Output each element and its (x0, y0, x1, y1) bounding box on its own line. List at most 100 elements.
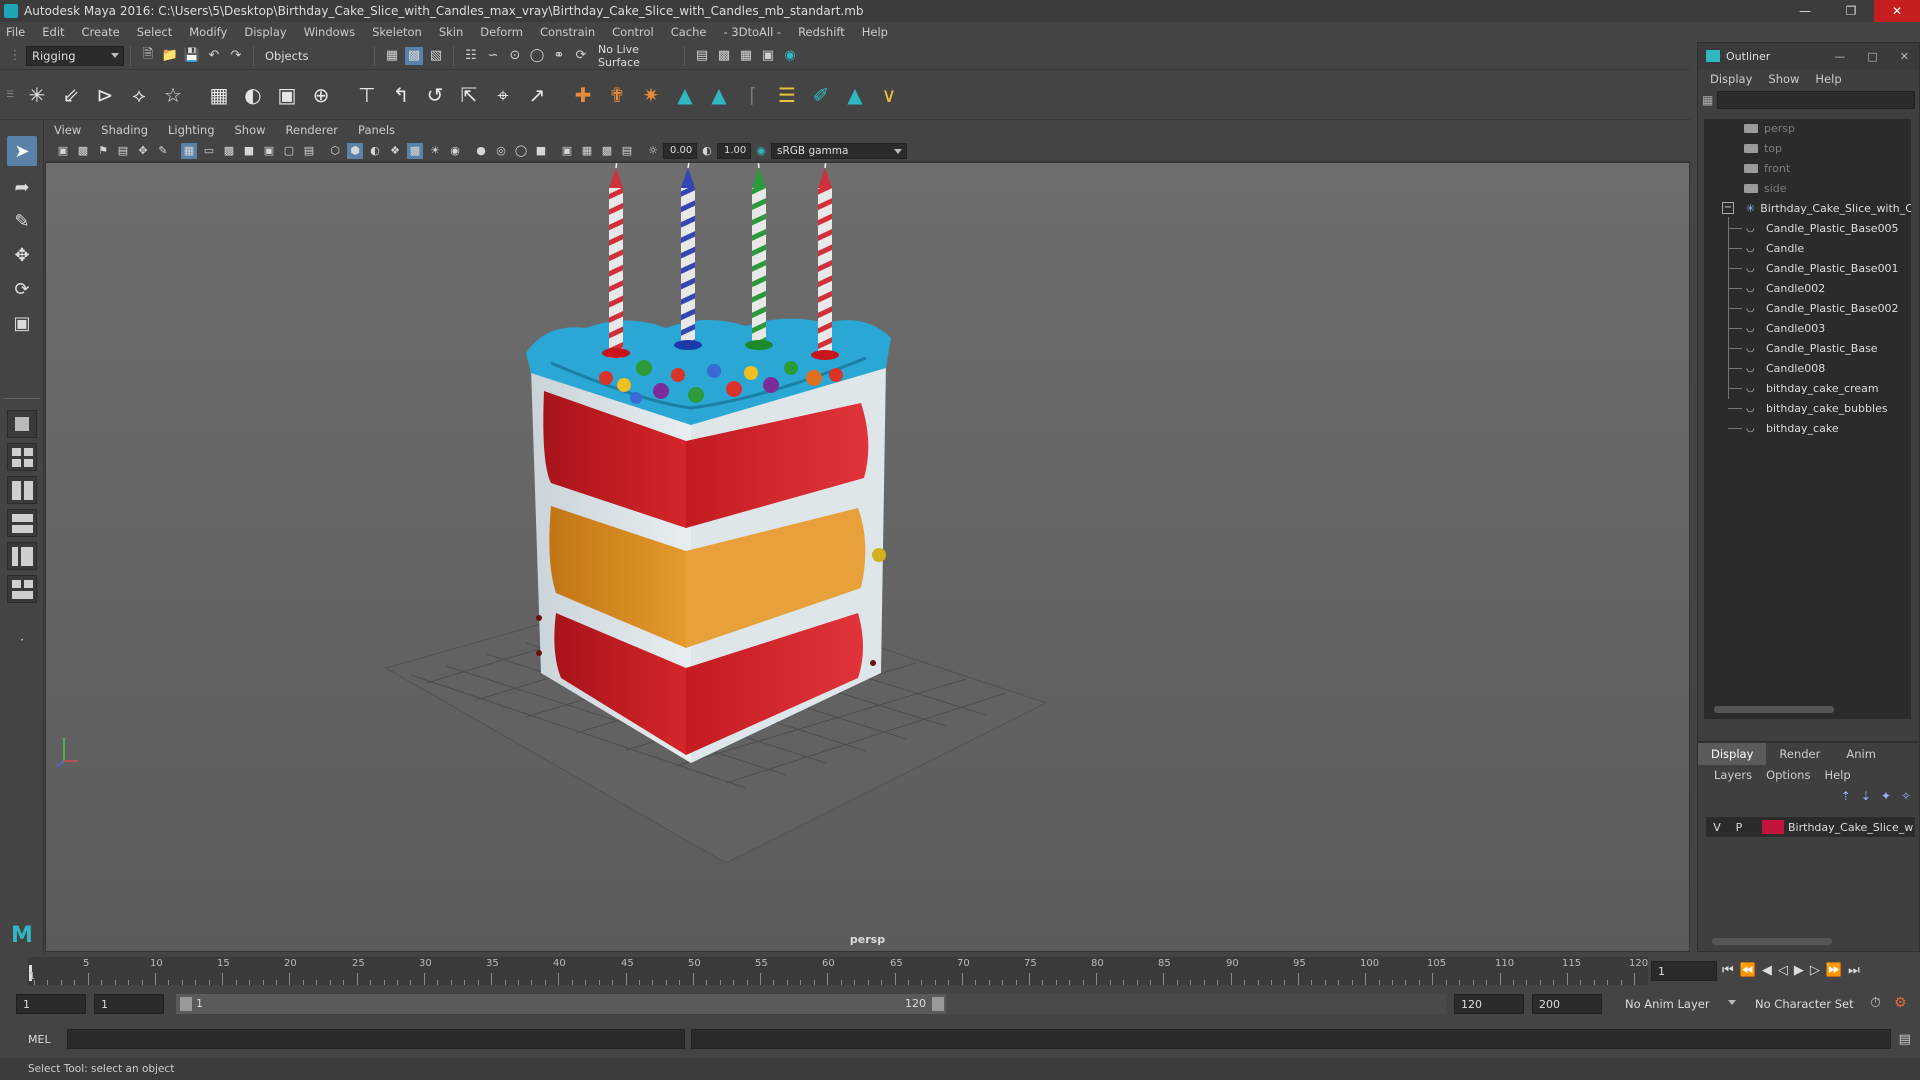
layer-playback-toggle[interactable]: P (1728, 821, 1750, 834)
range-slider-track[interactable] (946, 994, 1446, 1014)
persp-outliner-layout-icon[interactable] (7, 542, 37, 570)
shelf-grip-icon[interactable]: ☰ (6, 90, 20, 100)
playback-start-field[interactable]: 1 (94, 994, 164, 1014)
menu-skin[interactable]: Skin (439, 25, 463, 39)
preferences-icon[interactable]: ⚙ (1894, 995, 1907, 1011)
wireframe-on-shaded-icon[interactable]: ❖ (387, 143, 403, 159)
screen-space-ao-icon[interactable]: ● (473, 143, 489, 159)
ik-rotate-icon[interactable]: ✷ (637, 81, 665, 109)
outliner-menu-show[interactable]: Show (1768, 72, 1799, 86)
layers-menu-options[interactable]: Options (1766, 768, 1810, 782)
menu-skeleton[interactable]: Skeleton (372, 25, 422, 39)
grid-toggle-icon[interactable]: ▦ (181, 142, 197, 159)
outliner-item-camera[interactable]: side (1744, 179, 1787, 197)
ik-spline-icon[interactable]: ✟ (603, 81, 631, 109)
outliner-item-mesh[interactable]: ◡ Candle (1728, 239, 1804, 257)
layer-color-swatch[interactable] (1762, 820, 1784, 834)
outliner-item-camera[interactable]: persp (1744, 119, 1795, 137)
close-button[interactable]: ✕ (1874, 0, 1920, 22)
ipr-render-icon[interactable]: ▦ (737, 47, 755, 65)
menu-cache[interactable]: Cache (671, 25, 707, 39)
paint-select-tool-icon[interactable]: ✎ (7, 206, 37, 236)
outliner-h-scrollbar[interactable] (1714, 706, 1834, 713)
two-d-pan-zoom-icon[interactable]: ✥ (135, 143, 151, 159)
time-slider[interactable]: 1 5 10 15 20 25 30 35 40 45 50 55 60 65 70 75 80 85 90 95 1… (0, 955, 1920, 987)
redo-icon[interactable]: ↷ (227, 47, 245, 65)
step-forward-key-icon[interactable]: ⏩ (1826, 963, 1842, 978)
undo-icon[interactable]: ↶ (205, 47, 223, 65)
outliner-item-mesh[interactable]: ◡ Candle_Plastic_Base005 (1728, 219, 1899, 237)
outliner-item-mesh[interactable]: ◡ bithday_cake (1728, 419, 1839, 437)
display-layer-row[interactable]: V P Birthday_Cake_Slice_w (1706, 817, 1915, 837)
go-to-start-icon[interactable]: ⏮ (1722, 963, 1734, 978)
save-scene-icon[interactable]: 💾 (183, 47, 201, 65)
current-frame-field[interactable]: 1 (1651, 961, 1717, 981)
open-scene-icon[interactable]: 📁 (161, 47, 179, 65)
resolution-gate-icon[interactable]: ▩ (221, 143, 237, 159)
minimize-button[interactable]: — (1782, 0, 1828, 22)
restore-button[interactable]: ❐ (1828, 0, 1874, 22)
gamma-field[interactable]: 1.00 (717, 142, 751, 159)
render-settings-icon[interactable]: ▤ (693, 47, 711, 65)
outliner-item-camera[interactable]: top (1744, 139, 1782, 157)
render-view-icon[interactable]: ▣ (759, 47, 777, 65)
scale-constraint-icon[interactable]: ⇱ (455, 81, 483, 109)
step-forward-frame-icon[interactable]: ▷ (1810, 963, 1820, 978)
point-constraint-icon[interactable]: ↰ (387, 81, 415, 109)
image-plane-icon[interactable]: ▤ (115, 143, 131, 159)
rotate-tool-icon[interactable]: ⟳ (7, 274, 37, 304)
select-component-icon[interactable]: ▧ (427, 47, 445, 65)
animation-start-field[interactable]: 1 (16, 994, 86, 1014)
select-camera-icon[interactable]: ▣ (55, 143, 71, 159)
play-forward-icon[interactable]: ▶ (1794, 963, 1804, 978)
xray-icon[interactable]: ▦ (579, 143, 595, 159)
snap-live-icon[interactable]: ⚭ (550, 47, 568, 65)
tab-display[interactable]: Display (1698, 743, 1767, 765)
command-input[interactable] (66, 1029, 685, 1049)
character-set-dropdown[interactable]: No Character Set (1750, 994, 1868, 1014)
menu-file[interactable]: File (6, 25, 25, 39)
aim-constraint-icon[interactable]: ⌖ (489, 81, 517, 109)
toolbox-expand-icon[interactable]: · (7, 625, 37, 655)
use-default-material-icon[interactable]: ◐ (367, 143, 383, 159)
perspective-viewport[interactable]: persp (45, 162, 1690, 952)
time-ruler[interactable]: 1 5 10 15 20 25 30 35 40 45 50 55 60 65 70 75 80 85 90 95 1… (28, 957, 1648, 985)
outliner-item-camera[interactable]: front (1744, 159, 1790, 177)
layer-visibility-toggle[interactable]: V (1706, 821, 1728, 834)
menu-deform[interactable]: Deform (480, 25, 523, 39)
step-back-key-icon[interactable]: ⏪ (1740, 963, 1756, 978)
layers-menu-layers[interactable]: Layers (1714, 768, 1752, 782)
menu-create[interactable]: Create (82, 25, 120, 39)
menu-modify[interactable]: Modify (189, 25, 227, 39)
pole-vector-icon[interactable]: ↗ (523, 81, 551, 109)
xray-joints-icon[interactable]: ▩ (599, 143, 615, 159)
exposure-field[interactable]: 0.00 (663, 142, 697, 159)
lattice-icon[interactable]: ▣ (273, 81, 301, 109)
mirror-joint-icon[interactable]: ⊳ (91, 81, 119, 109)
safe-title-icon[interactable]: ▤ (301, 143, 317, 159)
layer-name[interactable]: Birthday_Cake_Slice_w (1788, 821, 1913, 834)
make-live-icon[interactable]: ⟳ (572, 47, 590, 65)
snap-curve-icon[interactable]: ∽ (484, 47, 502, 65)
move-tool-icon[interactable]: ✥ (7, 240, 37, 270)
persp-graph-layout-icon[interactable] (7, 509, 37, 537)
paint-weights-icon[interactable]: ◐ (239, 81, 267, 109)
snap-point-icon[interactable]: ⊙ (506, 47, 524, 65)
new-layer-icon[interactable]: ✦ (1881, 789, 1891, 803)
ik-handle-icon[interactable]: ☆ (159, 81, 187, 109)
outliner-item-group[interactable]: − ✳ Birthday_Cake_Slice_with_C (1722, 199, 1911, 217)
hypershade-icon[interactable]: ◉ (781, 47, 799, 65)
side-by-side-layout-icon[interactable] (7, 476, 37, 504)
go-to-end-icon[interactable]: ⏭ (1848, 963, 1860, 978)
hik-character-icon[interactable]: ▲ (705, 81, 733, 109)
use-all-lights-icon[interactable]: ☀ (427, 143, 443, 159)
animation-end-field[interactable]: 200 (1532, 994, 1602, 1014)
anim-layer-dropdown[interactable]: No Anim Layer (1620, 994, 1740, 1014)
outliner-item-mesh[interactable]: ◡ bithday_cake_cream (1728, 379, 1879, 397)
select-hierarchy-icon[interactable]: ▦ (383, 47, 401, 65)
depth-of-field-icon[interactable]: ■ (533, 143, 549, 159)
safe-action-icon[interactable]: ▢ (281, 143, 297, 159)
panel-menu-panels[interactable]: Panels (358, 123, 395, 137)
outliner-item-mesh[interactable]: ◡ Candle008 (1728, 359, 1825, 377)
move-layer-down-icon[interactable]: ⇣ (1861, 789, 1871, 803)
